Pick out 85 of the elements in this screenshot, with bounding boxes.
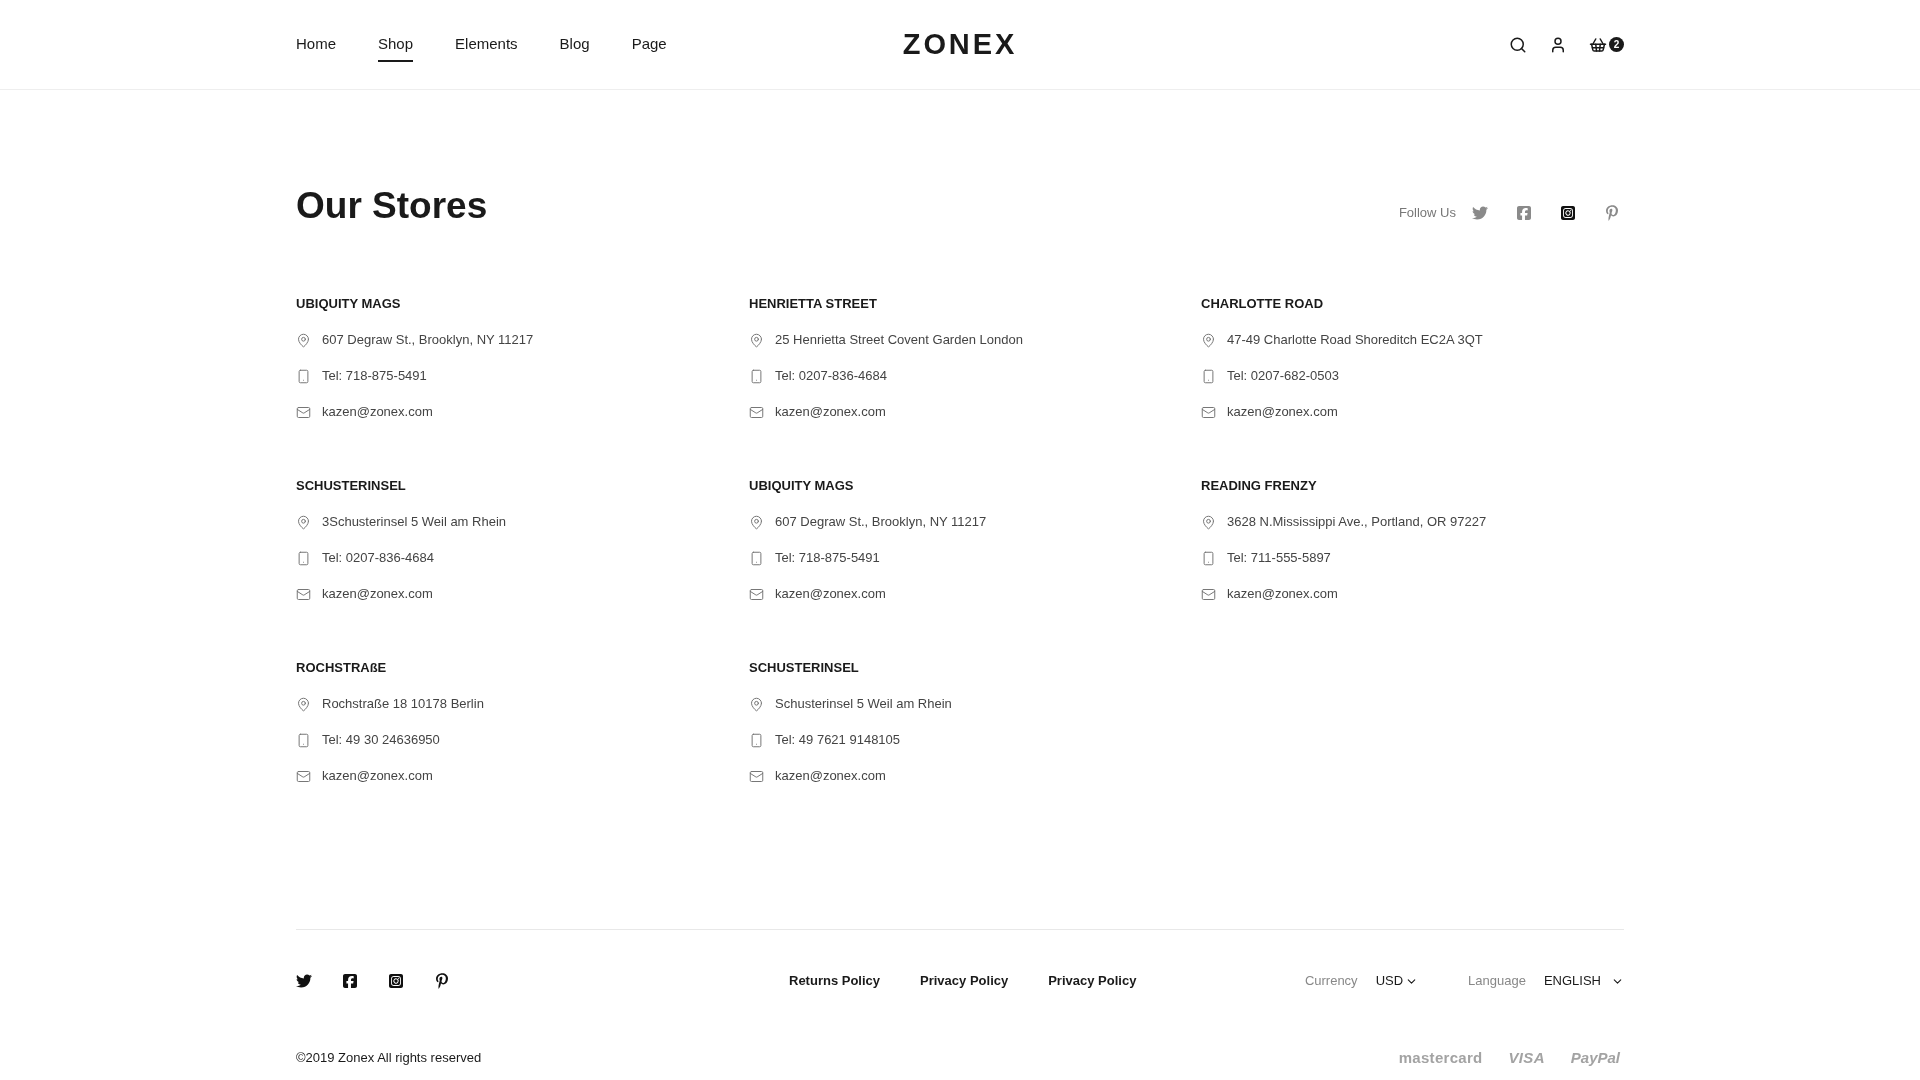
search-icon[interactable] xyxy=(1509,35,1527,54)
map-pin-icon xyxy=(749,332,764,348)
nav-link[interactable]: Elements xyxy=(455,27,518,62)
phone-icon xyxy=(749,550,764,566)
store-name: ROCHSTRAßE xyxy=(296,659,387,677)
store-info-text: Tel: 0207-682-0503 xyxy=(1227,367,1340,386)
pinterest-icon[interactable] xyxy=(434,973,450,989)
currency-dropdown[interactable]: USD xyxy=(1375,971,1419,991)
nav-link[interactable]: Shop xyxy=(378,27,414,62)
language-dropdown[interactable]: ENGLISH xyxy=(1543,971,1624,991)
phone-icon xyxy=(296,732,311,748)
store-info-text: Tel: 0207-836-4684 xyxy=(322,549,435,568)
copyright-text: ©2019 Zonex All rights reserved xyxy=(296,1049,482,1068)
mastercard-logo: mastercard xyxy=(1398,1047,1483,1068)
page-title: Our Stores xyxy=(296,184,488,228)
store-info-text: Tel: 718-875-5491 xyxy=(775,549,880,568)
envelope-icon xyxy=(296,768,311,784)
language-label: Language xyxy=(1468,972,1526,991)
store-info-text: kazen@zonex.com xyxy=(775,585,886,604)
envelope-icon xyxy=(296,404,311,420)
map-pin-icon xyxy=(296,514,311,530)
envelope-icon xyxy=(1201,404,1216,420)
phone-icon xyxy=(296,368,311,384)
instagram-icon[interactable] xyxy=(388,973,404,989)
nav-link[interactable]: Home xyxy=(296,27,336,62)
twitter-icon[interactable] xyxy=(296,973,312,989)
footer-link[interactable]: Returns Policy xyxy=(789,971,881,991)
store-info-text: Schusterinsel 5 Weil am Rhein xyxy=(775,695,952,714)
visa-logo: VISA xyxy=(1508,1047,1545,1068)
envelope-icon xyxy=(1201,586,1216,602)
store-info-text: 607 Degraw St., Brooklyn, NY 11217 xyxy=(775,513,987,532)
store-name: CHARLOTTE ROAD xyxy=(1201,295,1324,313)
envelope-icon xyxy=(749,586,764,602)
store-info-text: Tel: 711-555-5897 xyxy=(1227,549,1331,568)
store-name: SCHUSTERINSEL xyxy=(296,477,406,495)
zonex-logo[interactable]: ZONEX xyxy=(902,30,1018,59)
store-info-text: kazen@zonex.com xyxy=(1227,403,1338,422)
footer-link[interactable]: Privacy Policy xyxy=(1048,971,1137,991)
facebook-icon[interactable] xyxy=(342,973,358,989)
instagram-icon[interactable] xyxy=(1560,205,1576,221)
user-icon[interactable] xyxy=(1549,35,1567,54)
store-name: UBIQUITY MAGS xyxy=(749,477,854,495)
phone-icon xyxy=(749,732,764,748)
store-info-text: 3Schusterinsel 5 Weil am Rhein xyxy=(322,513,506,532)
map-pin-icon xyxy=(296,696,311,712)
map-pin-icon xyxy=(1201,514,1216,530)
store-info-text: Tel: 718-875-5491 xyxy=(322,367,427,386)
map-pin-icon xyxy=(749,514,764,530)
store-info-text: 47-49 Charlotte Road Shoreditch EC2A 3QT xyxy=(1227,331,1483,350)
paypal-logo: PayPal xyxy=(1570,1047,1620,1068)
store-name: HENRIETTA STREET xyxy=(749,295,877,313)
store-info-text: Tel: 49 30 24636950 xyxy=(322,731,440,750)
nav-link[interactable]: Blog xyxy=(559,27,590,62)
envelope-icon xyxy=(296,586,311,602)
envelope-icon xyxy=(749,404,764,420)
footer-link[interactable]: Privacy Policy xyxy=(920,971,1009,991)
store-info-text: kazen@zonex.com xyxy=(322,585,433,604)
map-pin-icon xyxy=(749,696,764,712)
cart-count-badge: 2 xyxy=(1609,37,1624,52)
currency-label: Currency xyxy=(1304,972,1358,991)
follow-us-label: Follow Us xyxy=(1398,204,1456,223)
map-pin-icon xyxy=(1201,332,1216,348)
store-info-text: kazen@zonex.com xyxy=(775,767,886,786)
store-name: READING FRENZY xyxy=(1201,477,1317,495)
store-info-text: kazen@zonex.com xyxy=(775,403,886,422)
map-pin-icon xyxy=(296,332,311,348)
store-info-text: 607 Degraw St., Brooklyn, NY 11217 xyxy=(322,331,534,350)
store-info-text: 3628 N.Mississippi Ave., Portland, OR 97227 xyxy=(1227,513,1487,532)
phone-icon xyxy=(1201,368,1216,384)
store-info-text: 25 Henrietta Street Covent Garden London xyxy=(775,331,1023,350)
phone-icon xyxy=(749,368,764,384)
cart-button[interactable]: 2 xyxy=(1589,35,1624,54)
store-name: UBIQUITY MAGS xyxy=(296,295,401,313)
phone-icon xyxy=(1201,550,1216,566)
store-info-text: kazen@zonex.com xyxy=(1227,585,1338,604)
store-info-text: Tel: 49 7621 9148105 xyxy=(775,731,901,750)
phone-icon xyxy=(296,550,311,566)
nav-link[interactable]: Page xyxy=(631,27,667,62)
store-info-text: Tel: 0207-836-4684 xyxy=(775,367,888,386)
store-info-text: kazen@zonex.com xyxy=(322,767,433,786)
store-info-text: Rochstraße 18 10178 Berlin xyxy=(322,695,484,714)
store-name: SCHUSTERINSEL xyxy=(749,659,859,677)
store-info-text: kazen@zonex.com xyxy=(322,403,433,422)
basket-icon xyxy=(1589,35,1607,54)
envelope-icon xyxy=(749,768,764,784)
